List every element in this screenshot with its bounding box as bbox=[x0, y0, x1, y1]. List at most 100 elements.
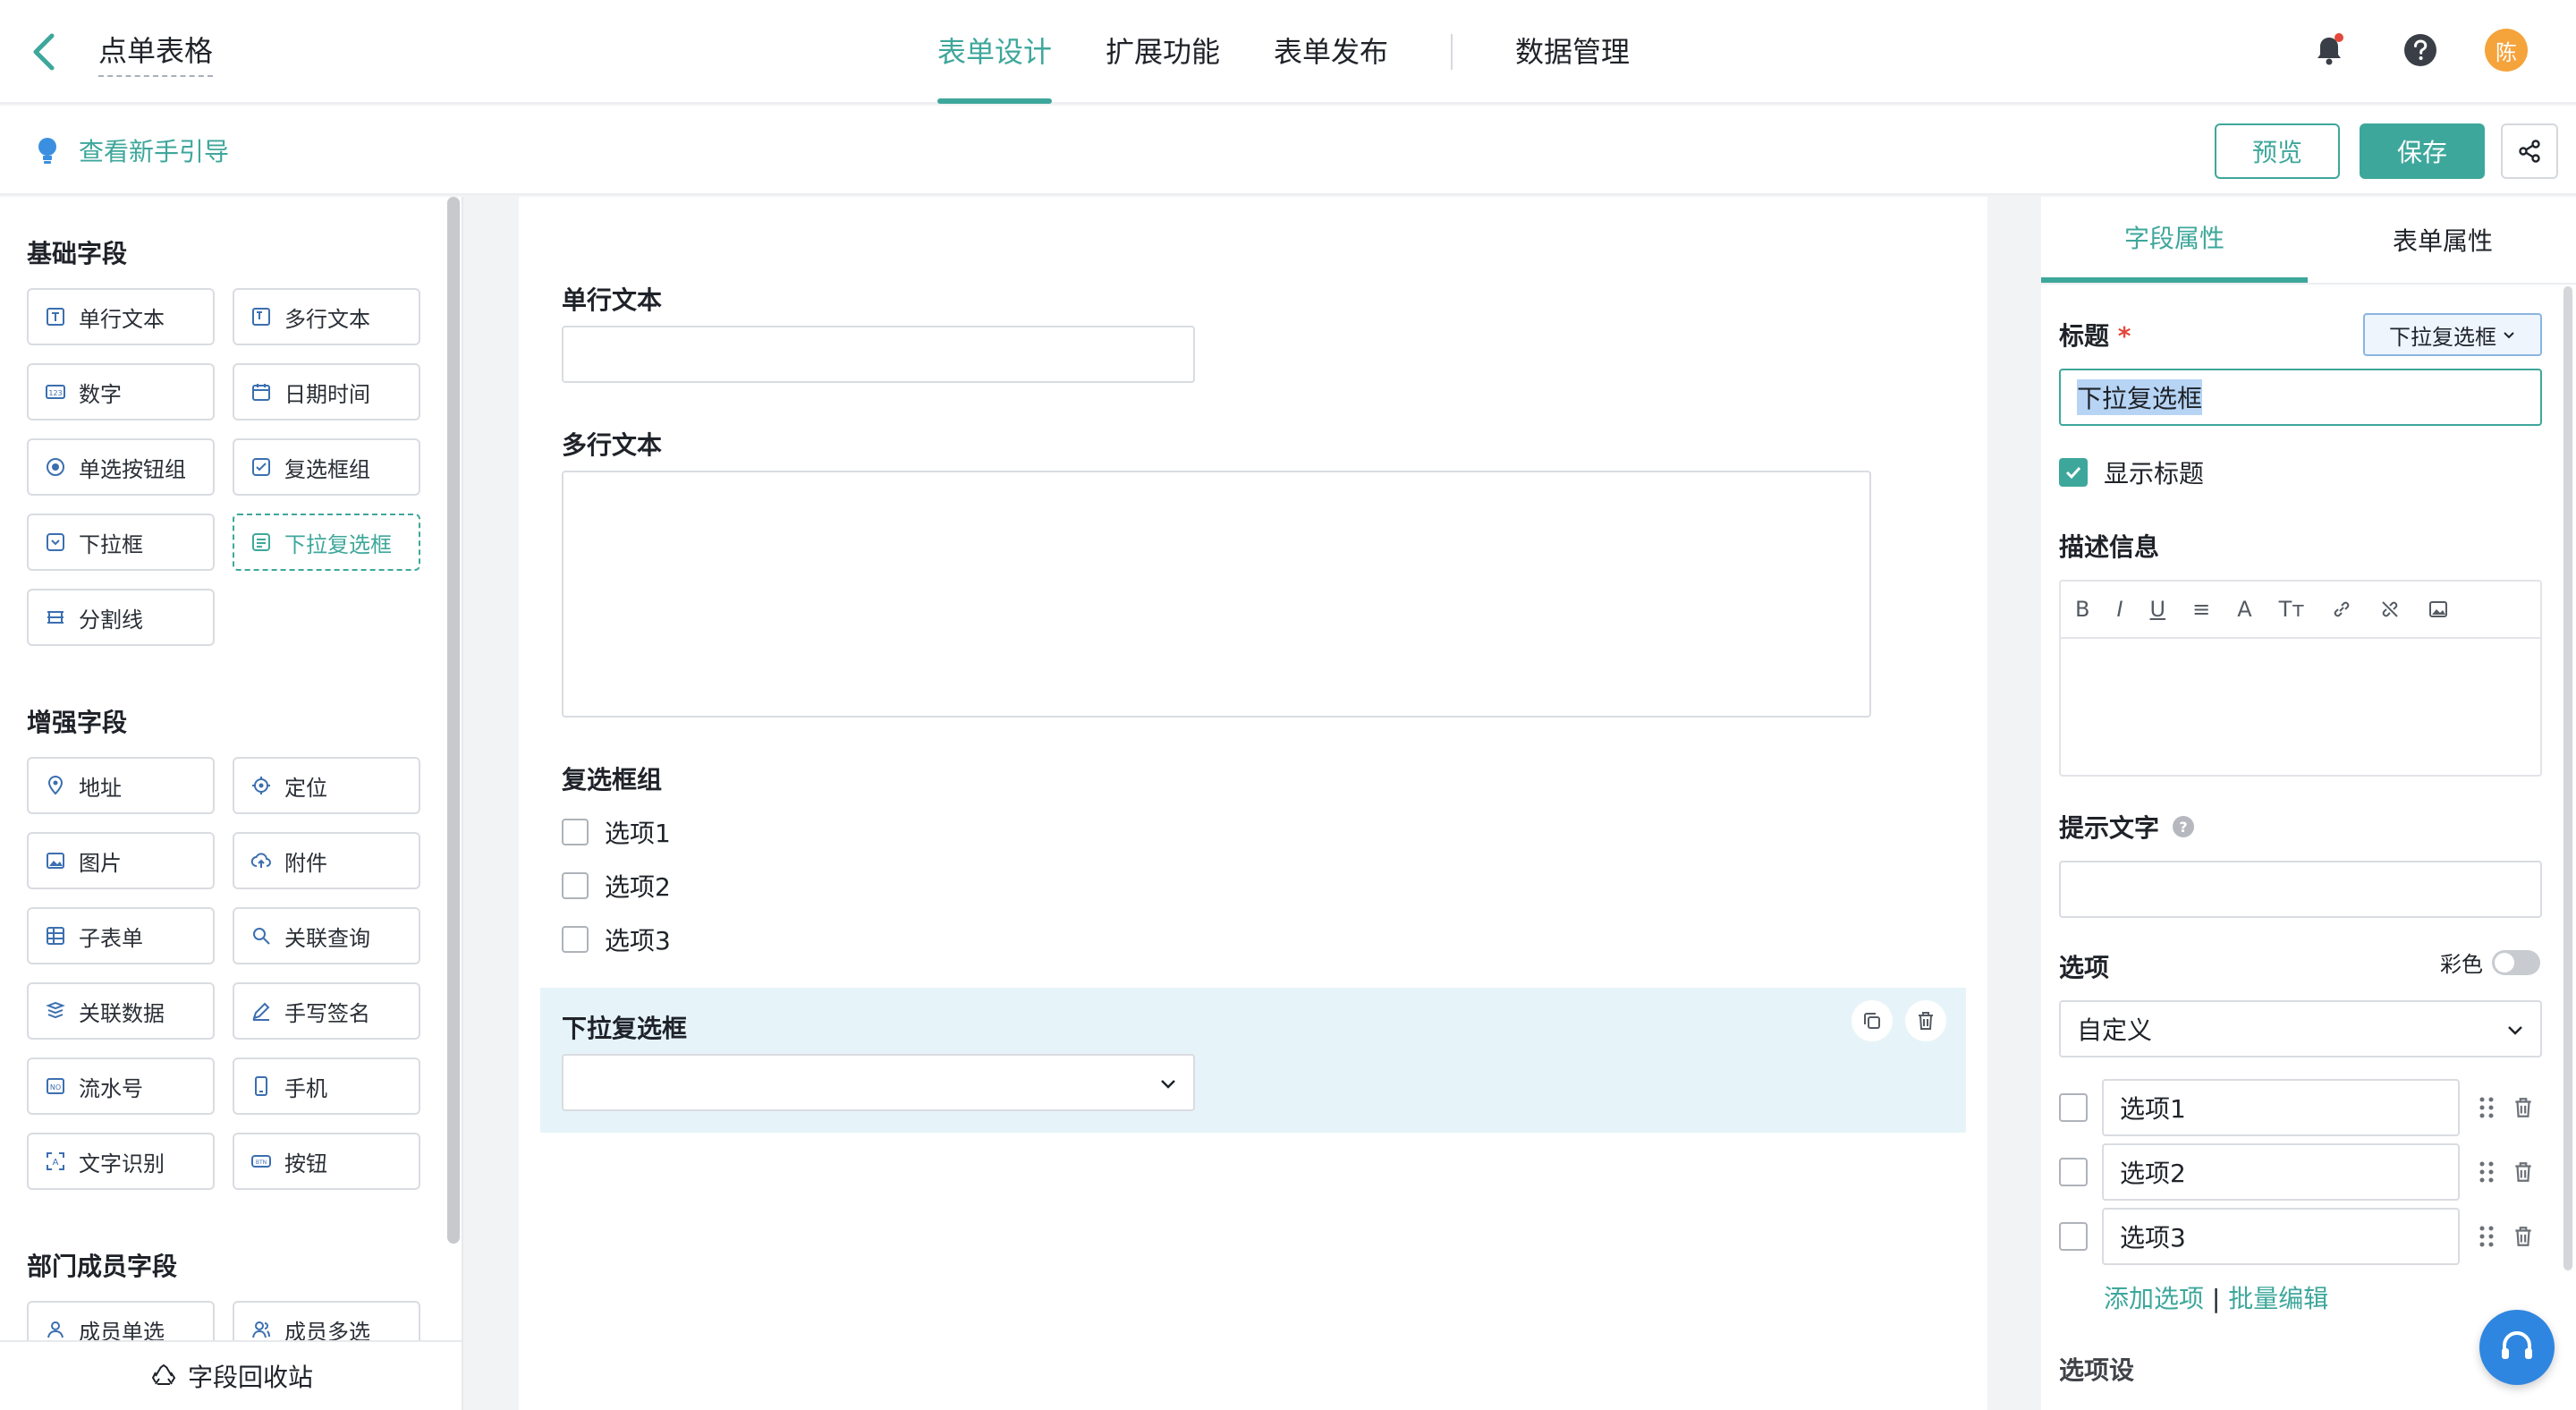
copy-field-button[interactable] bbox=[1852, 1000, 1893, 1041]
properties-panel: 字段属性 表单属性 标题 * 下拉复选框 下拉复选框 显示标题 描述信息 B I… bbox=[2041, 197, 2576, 1410]
field-location[interactable]: 定位 bbox=[233, 757, 420, 814]
avatar[interactable]: 陈 bbox=[2485, 29, 2528, 72]
checkbox-option-1[interactable]: 选项1 bbox=[562, 814, 671, 850]
hint-input[interactable] bbox=[2059, 861, 2542, 918]
share-icon bbox=[2519, 140, 2540, 163]
save-button[interactable]: 保存 bbox=[2360, 123, 2485, 179]
field-button[interactable]: BTN 按钮 bbox=[233, 1133, 420, 1190]
dropdown-multi-select[interactable] bbox=[562, 1054, 1195, 1111]
field-attachment[interactable]: 附件 bbox=[233, 832, 420, 889]
help-icon[interactable] bbox=[2402, 32, 2438, 68]
svg-text:123: 123 bbox=[48, 389, 62, 397]
field-divider[interactable]: 分割线 bbox=[27, 589, 215, 646]
pen-icon bbox=[252, 1002, 270, 1021]
support-chat-button[interactable] bbox=[2479, 1310, 2555, 1385]
option-checkbox-3[interactable] bbox=[2059, 1222, 2088, 1251]
tab-form-design[interactable]: 表单设计 bbox=[937, 0, 1053, 104]
tab-extensions[interactable]: 扩展功能 bbox=[1106, 0, 1220, 104]
batch-edit-link[interactable]: 批量编辑 bbox=[2228, 1284, 2328, 1313]
field-mobile[interactable]: 手机 bbox=[233, 1058, 420, 1115]
color-toggle[interactable]: 彩色 bbox=[2440, 947, 2540, 978]
headset-icon bbox=[2502, 1331, 2532, 1359]
single-text-input[interactable] bbox=[562, 326, 1195, 383]
share-button[interactable] bbox=[2501, 123, 2558, 179]
panel-scrollbar[interactable] bbox=[2563, 286, 2572, 1270]
field-number[interactable]: 123 数字 bbox=[27, 363, 215, 420]
option-checkbox-1[interactable] bbox=[2059, 1093, 2088, 1122]
checkbox-group-icon bbox=[252, 458, 270, 476]
palette-scrollbar[interactable] bbox=[447, 197, 460, 1244]
italic-icon[interactable]: I bbox=[2116, 597, 2123, 622]
bell-icon[interactable] bbox=[2311, 32, 2347, 68]
selected-field-block[interactable]: 下拉复选框 bbox=[540, 988, 1966, 1133]
link-icon[interactable] bbox=[2331, 599, 2352, 620]
checkbox-option-3[interactable]: 选项3 bbox=[562, 922, 671, 957]
field-subform[interactable]: 子表单 bbox=[27, 907, 215, 964]
svg-text:BTN: BTN bbox=[256, 1159, 267, 1166]
toggle-switch[interactable] bbox=[2492, 949, 2540, 975]
field-serial-number[interactable]: NO 流水号 bbox=[27, 1058, 215, 1115]
dropdown-multi-icon bbox=[252, 533, 270, 551]
options-label: 选项 bbox=[2059, 953, 2110, 982]
field-related-query[interactable]: 关联查询 bbox=[233, 907, 420, 964]
field-ocr[interactable]: A 文字识别 bbox=[27, 1133, 215, 1190]
field-image[interactable]: 图片 bbox=[27, 832, 215, 889]
field-checkbox-group[interactable]: 复选框组 bbox=[233, 438, 420, 496]
radio-icon bbox=[47, 458, 64, 476]
table-icon bbox=[47, 927, 64, 945]
tab-publish[interactable]: 表单发布 bbox=[1274, 0, 1388, 104]
font-color-icon[interactable]: A bbox=[2237, 597, 2251, 622]
field-related-data[interactable]: 关联数据 bbox=[27, 982, 215, 1040]
underline-icon[interactable]: U bbox=[2150, 597, 2166, 622]
show-title-checkbox[interactable]: 显示标题 bbox=[2059, 454, 2204, 490]
field-single-text[interactable]: 单行文本 bbox=[27, 288, 215, 345]
serial-number-icon: NO bbox=[47, 1078, 64, 1094]
option-checkbox-2[interactable] bbox=[2059, 1158, 2088, 1186]
checkbox-option-2[interactable]: 选项2 bbox=[562, 868, 671, 904]
field-dropdown[interactable]: 下拉框 bbox=[27, 514, 215, 571]
description-editor[interactable]: B I U ≡ A Tт bbox=[2059, 580, 2542, 777]
options-source-select[interactable]: 自定义 bbox=[2059, 1000, 2542, 1058]
preview-button[interactable]: 预览 bbox=[2215, 123, 2340, 179]
field-radio-group[interactable]: 单选按钮组 bbox=[27, 438, 215, 496]
font-size-icon[interactable]: Tт bbox=[2279, 597, 2305, 622]
users-icon bbox=[252, 1321, 270, 1338]
field-signature[interactable]: 手写签名 bbox=[233, 982, 420, 1040]
main-tabs: 表单设计 扩展功能 表单发布 数据管理 bbox=[937, 0, 1683, 104]
unlink-icon[interactable] bbox=[2379, 599, 2401, 620]
guide-link[interactable]: 查看新手引导 bbox=[36, 132, 229, 168]
back-arrow-icon[interactable] bbox=[27, 30, 63, 73]
svg-text:NO: NO bbox=[50, 1083, 61, 1091]
field-address[interactable]: 地址 bbox=[27, 757, 215, 814]
image-icon bbox=[47, 853, 64, 869]
drag-handle-icon[interactable] bbox=[2476, 1095, 2497, 1120]
tab-form-properties[interactable]: 表单属性 bbox=[2309, 197, 2576, 283]
field-dropdown-multi[interactable]: 下拉复选框 bbox=[233, 514, 420, 571]
option-input-3[interactable]: 选项3 bbox=[2102, 1208, 2460, 1265]
tab-field-properties[interactable]: 字段属性 bbox=[2041, 197, 2308, 283]
drag-handle-icon[interactable] bbox=[2476, 1224, 2497, 1249]
help-circle-icon[interactable]: ? bbox=[2172, 815, 2195, 838]
field-recycle-bin[interactable]: 字段回收站 bbox=[0, 1340, 462, 1410]
field-multi-text[interactable]: 多行文本 bbox=[233, 288, 420, 345]
align-icon[interactable]: ≡ bbox=[2192, 597, 2210, 622]
delete-field-button[interactable] bbox=[1905, 1000, 1946, 1041]
number-icon: 123 bbox=[46, 385, 65, 399]
add-option-link[interactable]: 添加选项 bbox=[2104, 1284, 2204, 1313]
trash-icon[interactable] bbox=[2512, 1224, 2535, 1249]
title-input[interactable]: 下拉复选框 bbox=[2059, 369, 2542, 426]
form-title[interactable]: 点单表格 bbox=[98, 29, 214, 77]
tab-data-manage[interactable]: 数据管理 bbox=[1515, 0, 1630, 104]
field-datetime[interactable]: 日期时间 bbox=[233, 363, 420, 420]
drag-handle-icon[interactable] bbox=[2476, 1159, 2497, 1185]
multi-text-textarea[interactable] bbox=[562, 471, 1871, 718]
trash-icon[interactable] bbox=[2512, 1095, 2535, 1120]
insert-image-icon[interactable] bbox=[2428, 599, 2449, 620]
trash-icon[interactable] bbox=[2512, 1159, 2535, 1185]
svg-text:A: A bbox=[53, 1158, 59, 1168]
field-type-selector[interactable]: 下拉复选框 bbox=[2363, 313, 2542, 356]
map-pin-icon bbox=[47, 776, 64, 795]
bold-icon[interactable]: B bbox=[2075, 597, 2089, 622]
option-input-2[interactable]: 选项2 bbox=[2102, 1143, 2460, 1201]
option-input-1[interactable]: 选项1 bbox=[2102, 1079, 2460, 1136]
